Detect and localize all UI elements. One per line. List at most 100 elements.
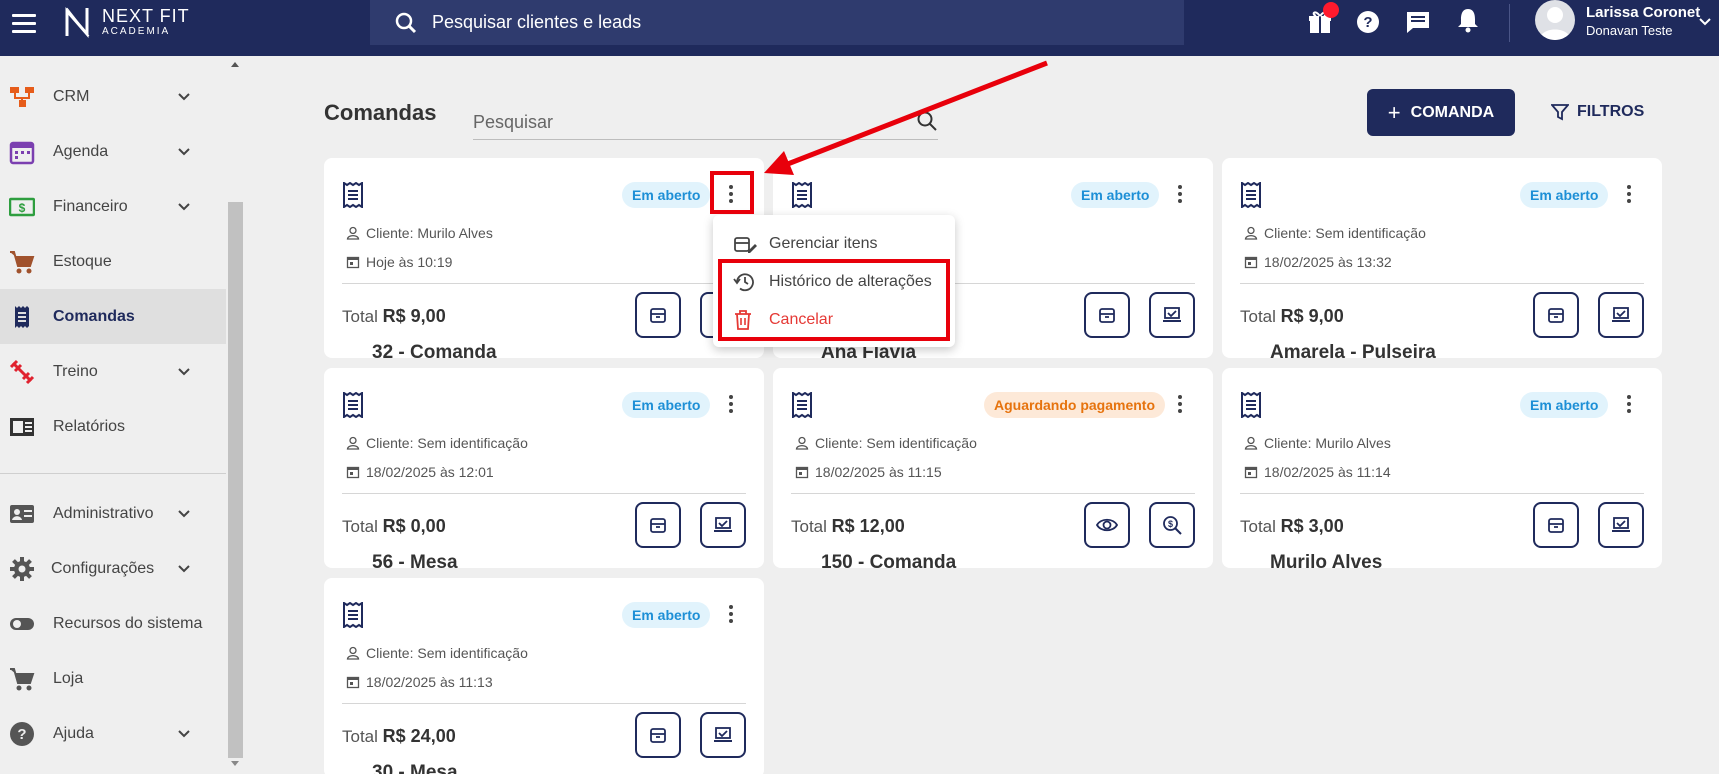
comanda-card[interactable]: 30 - Mesa Em aberto Cliente: Sem identif…: [324, 578, 764, 774]
sidebar-item-treino[interactable]: Treino: [0, 344, 226, 399]
sidebar-scroll-thumb[interactable]: [228, 202, 243, 758]
user-icon: [795, 436, 809, 450]
sidebar-item-agenda[interactable]: Agenda: [0, 124, 226, 179]
new-comanda-button[interactable]: + COMANDA: [1367, 89, 1515, 136]
calendar-icon: [346, 466, 360, 479]
comanda-total: Total R$ 12,00: [791, 516, 905, 537]
sidebar-item-label: Relatórios: [53, 417, 126, 435]
comanda-card[interactable]: 32 - Comanda Em aberto Cliente: Murilo A…: [324, 158, 764, 363]
logo[interactable]: NEXT FIT ACADEMIA: [64, 5, 190, 39]
calendar-icon: [1244, 256, 1258, 269]
manage-items-button[interactable]: [1533, 502, 1579, 548]
chevron-down-icon[interactable]: [1697, 14, 1713, 30]
manage-items-button[interactable]: [1533, 292, 1579, 338]
comanda-title: 30 - Mesa: [372, 762, 458, 774]
total-label: Total: [342, 517, 378, 536]
chevron-down-icon: [178, 509, 190, 517]
checkout-icon: [1163, 307, 1181, 322]
checkout-icon: [714, 517, 732, 532]
client-name: Cliente: Sem identificação: [366, 435, 528, 451]
sidebar-item-comandas[interactable]: Comandas: [0, 289, 226, 344]
comanda-card[interactable]: 56 - Mesa Em aberto Cliente: Sem identif…: [324, 368, 764, 573]
receipt-icon: [1241, 182, 1261, 208]
cart-icon: [10, 667, 35, 690]
chevron-down-icon: [178, 367, 190, 375]
sidebar-item-configuracoes[interactable]: Configurações: [0, 541, 226, 596]
sidebar-item-estoque[interactable]: Estoque: [0, 234, 226, 289]
crm-icon: [10, 86, 34, 107]
sidebar-item-label: Administrativo: [53, 504, 154, 522]
sidebar-item-crm[interactable]: CRM: [0, 69, 226, 124]
client-line: Cliente: Murilo Alves: [1244, 435, 1391, 451]
checkout-button[interactable]: [1598, 292, 1644, 338]
comanda-card[interactable]: 150 - Comanda Aguardando pagamento Clien…: [773, 368, 1213, 573]
comanda-date: 18/02/2025 às 12:01: [366, 464, 494, 480]
more-options-icon[interactable]: [726, 392, 736, 418]
payment-search-button[interactable]: $: [1149, 502, 1195, 548]
total-value: R$ 3,00: [1280, 516, 1344, 536]
view-button[interactable]: [1084, 502, 1130, 548]
user-subtitle: Donavan Teste: [1586, 23, 1673, 38]
sidebar-item-recursos[interactable]: Recursos do sistema: [0, 596, 226, 651]
comanda-card[interactable]: Murilo Alves Em aberto Cliente: Murilo A…: [1222, 368, 1662, 573]
card-divider: [342, 703, 746, 704]
comanda-title: 32 - Comanda: [372, 342, 497, 363]
more-options-icon[interactable]: [1175, 392, 1185, 418]
bell-icon[interactable]: [1455, 7, 1481, 33]
sidebar-item-relatorios[interactable]: Relatórios: [0, 399, 226, 454]
client-name: Cliente: Sem identificação: [366, 645, 528, 661]
manage-items-button[interactable]: [635, 712, 681, 758]
total-label: Total: [1240, 517, 1276, 536]
avatar[interactable]: [1535, 0, 1575, 40]
highlight-box-kebab: [710, 171, 754, 214]
filters-button[interactable]: FILTROS: [1551, 99, 1644, 125]
sidebar-item-financeiro[interactable]: $ Financeiro: [0, 179, 226, 234]
more-options-icon[interactable]: [1624, 392, 1634, 418]
page-title: Comandas: [324, 100, 437, 125]
sidebar-item-ajuda[interactable]: ? Ajuda: [0, 706, 226, 761]
comandas-search-placeholder: Pesquisar: [473, 112, 554, 132]
receipt-icon: [792, 392, 812, 418]
client-line: Cliente: Sem identificação: [346, 435, 528, 451]
checkout-button[interactable]: [1149, 292, 1195, 338]
more-options-icon[interactable]: [1624, 182, 1634, 208]
comanda-title: 150 - Comanda: [821, 552, 957, 573]
checkout-button[interactable]: [700, 712, 746, 758]
client-name: Cliente: Murilo Alves: [1264, 435, 1391, 451]
help-icon[interactable]: ?: [1355, 9, 1381, 35]
status-badge: Em aberto: [622, 602, 711, 628]
scroll-down-icon[interactable]: [231, 761, 239, 766]
menu-item-manage-items[interactable]: Gerenciar itens: [713, 227, 955, 261]
total-value: R$ 24,00: [382, 726, 456, 746]
total-value: R$ 12,00: [831, 516, 905, 536]
more-options-icon[interactable]: [726, 602, 736, 628]
user-name[interactable]: Larissa Coronet: [1586, 4, 1700, 21]
checkout-button[interactable]: [700, 502, 746, 548]
global-search-input[interactable]: Pesquisar clientes e leads: [370, 0, 1184, 45]
scroll-up-icon[interactable]: [231, 62, 239, 67]
more-options-icon[interactable]: [1175, 182, 1185, 208]
calendar-icon: [346, 676, 360, 689]
search-money-icon: $: [1163, 516, 1182, 535]
receipt-icon: [343, 392, 363, 418]
menu-icon[interactable]: [12, 14, 36, 38]
manage-items-button[interactable]: [635, 292, 681, 338]
manage-items-button[interactable]: [635, 502, 681, 548]
highlight-box-menu-items: [718, 259, 950, 341]
comanda-date: 18/02/2025 às 11:14: [1264, 464, 1391, 480]
client-line: Cliente: Sem identificação: [1244, 225, 1426, 241]
sidebar-item-loja[interactable]: Loja: [0, 651, 226, 706]
card-divider: [1240, 283, 1644, 284]
manage-items-button[interactable]: [1084, 292, 1130, 338]
date-line: 18/02/2025 às 13:32: [1244, 254, 1392, 270]
comanda-date: 18/02/2025 às 13:32: [1264, 254, 1392, 270]
checkout-button[interactable]: [1598, 502, 1644, 548]
client-name: Cliente: Sem identificação: [815, 435, 977, 451]
date-line: 18/02/2025 às 11:13: [346, 674, 493, 690]
user-icon: [346, 226, 360, 240]
comanda-card[interactable]: Amarela - Pulseira Em aberto Cliente: Se…: [1222, 158, 1662, 363]
sidebar-item-administrativo[interactable]: Administrativo: [0, 486, 226, 541]
receipt-icon: [792, 182, 812, 208]
chat-icon[interactable]: [1405, 9, 1431, 35]
sidebar: CRM Agenda $ Financeiro Estoque Comandas…: [0, 56, 227, 774]
